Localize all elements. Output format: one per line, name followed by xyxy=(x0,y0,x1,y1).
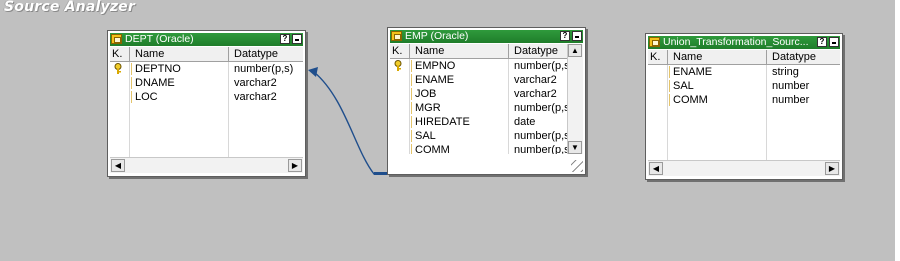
emp-title: EMP (Oracle) xyxy=(405,30,469,42)
table-row[interactable]: SAL number xyxy=(648,79,840,93)
dept-horizontal-scrollbar[interactable]: ◀ ▶ xyxy=(110,157,303,173)
minimize-button[interactable] xyxy=(829,37,839,47)
scroll-left-button[interactable]: ◀ xyxy=(649,162,663,175)
field-datatype: varchar2 xyxy=(234,91,277,103)
table-row[interactable]: SAL number(p,s xyxy=(390,129,568,143)
col-datatype: Datatype xyxy=(772,51,817,63)
table-icon xyxy=(111,34,122,44)
field-datatype: varchar2 xyxy=(514,74,557,86)
table-row[interactable]: HIREDATE date xyxy=(390,115,568,129)
col-key: K. xyxy=(112,48,123,60)
key-icon xyxy=(394,60,402,71)
emp-titlebar[interactable]: EMP (Oracle) ? xyxy=(390,30,583,43)
field-datatype: number(p,s xyxy=(514,102,568,114)
table-row[interactable]: EMPNO number(p,s xyxy=(390,59,568,73)
field-name: EMPNO xyxy=(415,60,456,72)
col-key: K. xyxy=(650,51,661,63)
field-name: ENAME xyxy=(415,74,455,86)
field-datatype: varchar2 xyxy=(234,77,277,89)
field-name: COMM xyxy=(673,94,708,106)
field-name: SAL xyxy=(673,80,694,92)
emp-header: K. Name Datatype xyxy=(390,44,568,59)
field-datatype: number xyxy=(772,80,810,92)
workspace-canvas[interactable]: Source Analyzer DEPT (Oracle) ? K. Name … xyxy=(0,0,895,261)
emp-vertical-scrollbar[interactable]: ▲ ▼ xyxy=(567,44,583,154)
resize-grip[interactable] xyxy=(571,160,583,172)
field-name: MGR xyxy=(415,102,441,114)
union-transformation-window[interactable]: Union_Transformation_Sourc... ? K. Name … xyxy=(645,33,843,180)
col-datatype: Datatype xyxy=(234,48,279,60)
table-row[interactable]: ENAME string xyxy=(648,65,840,79)
union-horizontal-scrollbar[interactable]: ◀ ▶ xyxy=(648,160,840,176)
field-name: LOC xyxy=(135,91,158,103)
field-name: SAL xyxy=(415,130,436,142)
scroll-right-button[interactable]: ▶ xyxy=(825,162,839,175)
scroll-left-button[interactable]: ◀ xyxy=(111,159,125,172)
key-icon xyxy=(114,63,122,74)
table-icon xyxy=(649,37,660,47)
field-datatype: number(p,s xyxy=(514,60,568,72)
table-row[interactable]: JOB varchar2 xyxy=(390,87,568,101)
col-datatype: Datatype xyxy=(514,45,559,57)
scroll-down-button[interactable]: ▼ xyxy=(568,141,582,154)
table-row[interactable]: MGR number(p,s xyxy=(390,101,568,115)
col-key: K. xyxy=(392,45,403,57)
field-name: ENAME xyxy=(673,66,713,78)
union-title: Union_Transformation_Sourc... xyxy=(663,36,809,48)
field-datatype: number(p,s xyxy=(514,144,568,154)
field-name: COMM xyxy=(415,144,450,154)
dept-titlebar[interactable]: DEPT (Oracle) ? xyxy=(110,33,303,46)
table-row[interactable]: LOC varchar2 xyxy=(110,90,303,104)
col-name: Name xyxy=(415,45,445,57)
scroll-right-button[interactable]: ▶ xyxy=(288,159,302,172)
scroll-up-button[interactable]: ▲ xyxy=(568,44,582,57)
table-row[interactable]: ENAME varchar2 xyxy=(390,73,568,87)
minimize-button[interactable] xyxy=(292,34,302,44)
field-datatype: number(p,s) xyxy=(234,63,294,75)
help-button[interactable]: ? xyxy=(817,37,827,47)
workspace-title: Source Analyzer xyxy=(4,0,135,15)
field-name: HIREDATE xyxy=(415,116,470,128)
dept-table-window[interactable]: DEPT (Oracle) ? K. Name Datatype DEPTNO … xyxy=(107,30,306,177)
minimize-button[interactable] xyxy=(572,31,582,41)
table-icon xyxy=(391,31,402,41)
field-name: JOB xyxy=(415,88,437,100)
right-edge-strip xyxy=(895,0,900,261)
field-name: DNAME xyxy=(135,77,175,89)
field-datatype: date xyxy=(514,116,536,128)
field-name: DEPTNO xyxy=(135,63,181,75)
table-row[interactable]: DNAME varchar2 xyxy=(110,76,303,90)
table-row[interactable]: DEPTNO number(p,s) xyxy=(110,62,303,76)
help-button[interactable]: ? xyxy=(560,31,570,41)
dept-title: DEPT (Oracle) xyxy=(125,33,194,45)
union-titlebar[interactable]: Union_Transformation_Sourc... ? xyxy=(648,36,840,49)
col-name: Name xyxy=(135,48,165,60)
field-datatype: varchar2 xyxy=(514,88,557,100)
field-datatype: number(p,s xyxy=(514,130,568,142)
table-row[interactable]: COMM number(p,s xyxy=(390,143,568,154)
col-name: Name xyxy=(673,51,703,63)
field-datatype: string xyxy=(772,66,799,78)
field-datatype: number xyxy=(772,94,810,106)
help-button[interactable]: ? xyxy=(280,34,290,44)
table-row[interactable]: COMM number xyxy=(648,93,840,107)
dept-header: K. Name Datatype xyxy=(110,47,303,62)
union-header: K. Name Datatype xyxy=(648,50,840,65)
emp-table-window[interactable]: EMP (Oracle) ? K. Name Datatype EMPNO nu… xyxy=(387,27,586,175)
